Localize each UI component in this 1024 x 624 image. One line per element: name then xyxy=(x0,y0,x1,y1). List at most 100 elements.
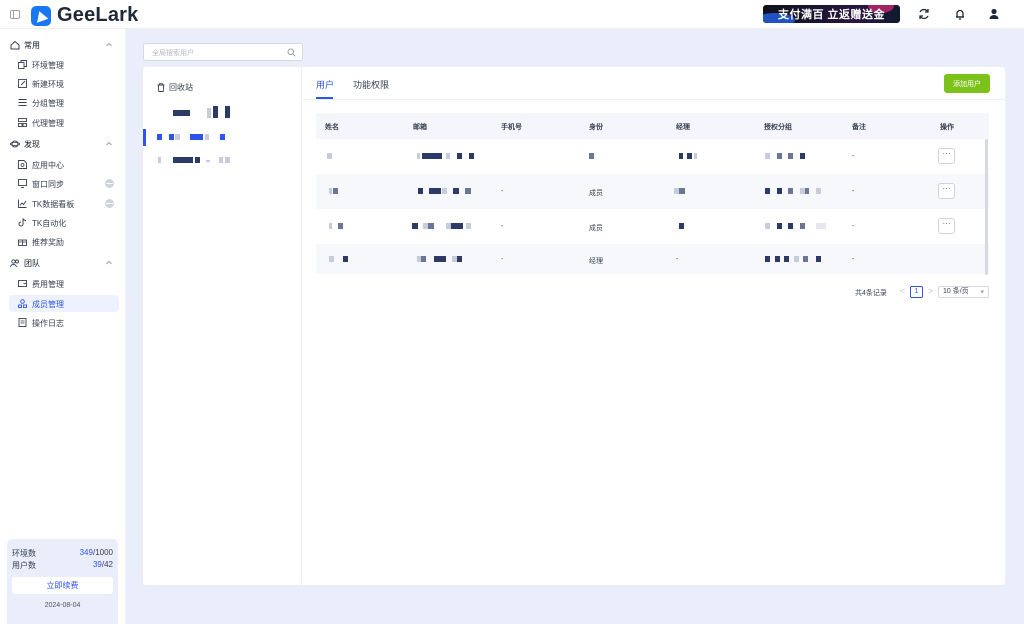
sidebar-item-label: 推荐奖励 xyxy=(32,238,64,247)
sidebar-item-referral[interactable]: 推荐奖励 xyxy=(9,233,119,250)
redacted-text xyxy=(417,153,420,159)
sidebar-item-new-env[interactable]: 新建环境 xyxy=(9,75,119,92)
section-team[interactable]: 团队 xyxy=(0,255,126,271)
table-row[interactable]: - 经理 - - xyxy=(316,244,989,274)
sidebar-item-tk-automation[interactable]: TK自动化 xyxy=(9,214,119,231)
redacted-text xyxy=(338,223,343,229)
sidebar-item-members[interactable]: 成员管理 xyxy=(9,295,119,312)
redacted-text xyxy=(213,106,218,118)
sidebar-item-env-manage[interactable]: 环境管理 xyxy=(9,56,119,73)
section-label: 团队 xyxy=(24,259,40,268)
refresh-icon[interactable] xyxy=(917,7,931,21)
more-actions-button[interactable]: ··· xyxy=(938,148,955,164)
redacted-text xyxy=(765,188,770,194)
note-cell: - xyxy=(852,188,855,195)
sidebar-item-group-manage[interactable]: 分组管理 xyxy=(9,94,119,111)
page-number-button[interactable]: 1 xyxy=(910,286,923,298)
redacted-text xyxy=(329,256,334,262)
table-row[interactable]: - 成员 - ··· xyxy=(316,209,989,244)
redacted-text xyxy=(816,223,826,229)
sidebar-item-billing[interactable]: 费用管理 xyxy=(9,275,119,292)
redacted-text xyxy=(457,256,462,262)
redacted-text xyxy=(327,153,332,159)
group-item[interactable] xyxy=(143,104,302,121)
redacted-text xyxy=(428,223,434,229)
tab-users[interactable]: 用户 xyxy=(316,78,334,91)
sidebar-toggle-icon[interactable] xyxy=(10,10,20,19)
redacted-text xyxy=(589,153,594,159)
bell-icon[interactable] xyxy=(953,7,967,21)
group-item-selected[interactable] xyxy=(143,129,302,146)
column-header-manager: 经理 xyxy=(676,124,690,131)
sidebar-item-tk-dashboard[interactable]: TK数据看板 xyxy=(9,195,119,212)
redacted-text xyxy=(434,256,446,262)
app-logo[interactable]: GeeLark xyxy=(31,4,138,27)
section-label: 发现 xyxy=(24,140,40,149)
redacted-text xyxy=(777,188,782,194)
sidebar-item-operation-log[interactable]: 操作日志 xyxy=(9,314,119,331)
more-actions-button[interactable]: ··· xyxy=(938,218,955,234)
sidebar-item-label: 窗口同步 xyxy=(32,180,64,189)
tab-permissions[interactable]: 功能权限 xyxy=(353,78,389,91)
app-icon xyxy=(18,160,27,169)
redacted-text xyxy=(418,188,423,194)
note-cell: - xyxy=(852,256,855,263)
sidebar-item-label: 环境管理 xyxy=(32,61,64,70)
env-quota-value: 349/1000 xyxy=(79,548,113,557)
redacted-text xyxy=(784,256,789,262)
user-quota-value: 39/42 xyxy=(92,560,113,569)
note-cell: - xyxy=(852,223,855,230)
role-cell: 成员 xyxy=(589,190,603,197)
chevron-down-icon: ▾ xyxy=(980,289,984,296)
user-avatar-icon[interactable] xyxy=(987,7,1001,21)
next-page-button[interactable]: > xyxy=(928,286,933,300)
section-discover[interactable]: 发现 xyxy=(0,136,126,152)
search-icon[interactable] xyxy=(287,48,296,57)
sidebar-item-label: 代理管理 xyxy=(32,119,64,128)
globe-icon xyxy=(105,199,114,208)
table-row[interactable]: - 成员 - ··· xyxy=(316,174,989,209)
more-actions-button[interactable]: ··· xyxy=(938,183,955,199)
column-header-groups: 授权分组 xyxy=(764,124,792,131)
redacted-text xyxy=(465,188,471,194)
tiktok-icon xyxy=(18,218,27,227)
total-records: 共4条记录 xyxy=(855,290,887,297)
promo-banner[interactable]: 支付满百 立返赠送金 xyxy=(763,5,900,23)
trash-icon xyxy=(157,83,165,92)
table-scrollbar[interactable] xyxy=(985,139,988,275)
table-row[interactable]: - ··· xyxy=(316,139,989,174)
redacted-text xyxy=(422,153,442,159)
renew-button[interactable]: 立即续费 xyxy=(12,577,113,594)
user-search-input[interactable]: 全局搜索用户 xyxy=(143,43,303,61)
column-header-phone: 手机号 xyxy=(501,124,522,131)
add-user-button[interactable]: 添加用户 xyxy=(944,74,990,93)
members-card: 回收站 用户 功能权限 添加用户 姓名 邮箱 手机号 身份 经理 授权分组 备注… xyxy=(143,67,1005,585)
redacted-text xyxy=(412,223,418,229)
group-item[interactable] xyxy=(143,152,302,169)
prev-page-button[interactable]: < xyxy=(900,286,905,300)
redacted-text xyxy=(429,188,441,194)
page-size-select[interactable]: 10 条/页 ▾ xyxy=(938,286,989,298)
redacted-text xyxy=(329,223,332,229)
gift-icon xyxy=(18,239,27,246)
redacted-text xyxy=(157,134,162,140)
redacted-text xyxy=(225,157,230,163)
section-frequent[interactable]: 常用 xyxy=(0,37,126,53)
redacted-text xyxy=(679,153,683,159)
redacted-text xyxy=(765,153,770,159)
redacted-text xyxy=(788,188,793,194)
redacted-text xyxy=(469,153,474,159)
log-icon xyxy=(18,318,27,327)
env-quota-label: 环境数 xyxy=(12,549,36,558)
sidebar-item-window-sync[interactable]: 窗口同步 xyxy=(9,175,119,192)
column-header-role: 身份 xyxy=(589,124,603,131)
sidebar-item-proxy-manage[interactable]: 代理管理 xyxy=(9,114,119,131)
redacted-text xyxy=(343,256,348,262)
globe-icon xyxy=(105,179,114,188)
redacted-text xyxy=(816,256,821,262)
redacted-text xyxy=(446,153,450,159)
sidebar-item-app-center[interactable]: 应用中心 xyxy=(9,156,119,173)
sidebar: 常用 环境管理 新建环境 分组管理 代理管理 发现 应用中心 窗口同步 TK数据… xyxy=(0,29,126,624)
redacted-text xyxy=(451,223,463,229)
recycle-bin-item[interactable]: 回收站 xyxy=(157,82,193,93)
